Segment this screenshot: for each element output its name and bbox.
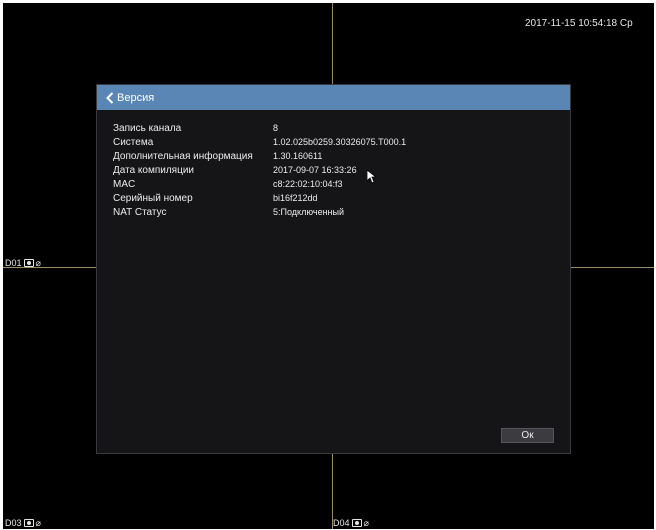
record-icon — [351, 519, 362, 527]
info-value: c8:22:02:10:04:f3 — [273, 179, 343, 189]
record-icon — [23, 519, 34, 527]
mouse-cursor-icon — [367, 170, 377, 184]
channel-name: D04 — [333, 518, 350, 528]
motion-icon: ⌀ — [363, 517, 369, 528]
info-label: Запись канала — [113, 122, 182, 134]
info-label: Дополнительная информация — [113, 150, 253, 162]
info-row: MAC c8:22:02:10:04:f3 — [113, 177, 406, 191]
info-label: Дата компиляции — [113, 164, 194, 176]
version-info-table: Запись канала 8 Система 1.02.025b0259.30… — [113, 121, 406, 219]
info-value: 1.02.025b0259.30326075.T000.1 — [273, 137, 407, 147]
info-label: MAC — [113, 178, 136, 190]
info-value: bi16f212dd — [273, 193, 318, 203]
record-icon — [23, 259, 34, 267]
info-row: Дата компиляции 2017-09-07 16:33:26 — [113, 163, 406, 177]
info-value: 1.30.160611 — [273, 151, 323, 161]
info-row: Система 1.02.025b0259.30326075.T000.1 — [113, 135, 406, 149]
channel-name: D03 — [5, 518, 22, 528]
dialog-title: Версия — [117, 91, 155, 104]
info-row: Дополнительная информация 1.30.160611 — [113, 149, 406, 163]
info-row: Серийный номер bi16f212dd — [113, 191, 406, 205]
video-grid: 2017-11-15 10:54:18 Ср D01 ⌀ D03 ⌀ D04 ⌀… — [3, 3, 654, 529]
channel-name: D01 — [5, 258, 22, 268]
info-value: 8 — [273, 123, 279, 133]
motion-icon: ⌀ — [35, 257, 41, 268]
info-row: NAT Статус 5:Подключенный — [113, 205, 406, 219]
motion-icon: ⌀ — [35, 517, 41, 528]
datetime-overlay: 2017-11-15 10:54:18 Ср — [525, 18, 633, 29]
ok-button[interactable]: Ок — [501, 428, 554, 443]
version-dialog: Версия Запись канала 8 Система 1.02.025b… — [96, 84, 571, 454]
info-label: NAT Статус — [113, 206, 167, 218]
info-label: Система — [113, 136, 154, 148]
channel-label-d03: D03 ⌀ — [5, 518, 41, 528]
info-row: Запись канала 8 — [113, 121, 406, 135]
chevron-left-icon[interactable] — [105, 91, 115, 104]
info-value: 2017-09-07 16:33:26 — [273, 165, 357, 175]
channel-label-d01: D01 ⌀ — [5, 258, 41, 268]
info-value: 5:Подключенный — [273, 207, 345, 217]
dialog-header: Версия — [97, 85, 570, 110]
info-label: Серийный номер — [113, 192, 193, 204]
channel-label-d04: D04 ⌀ — [333, 518, 369, 528]
